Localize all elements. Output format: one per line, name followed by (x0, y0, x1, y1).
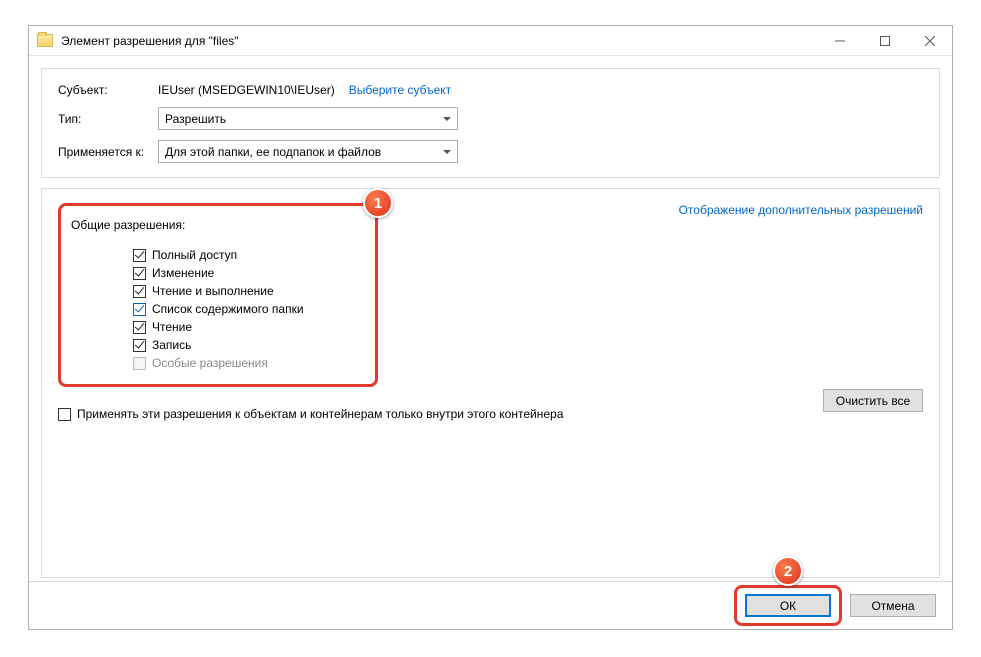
apply-only-row[interactable]: Применять эти разрешения к объектам и ко… (58, 407, 923, 421)
perm-modify[interactable]: Изменение (133, 266, 357, 280)
maximize-button[interactable] (862, 26, 907, 55)
dialog-content: Субъект: IEUser (MSEDGEWIN10\IEUser) Выб… (29, 56, 952, 590)
type-select-value: Разрешить (165, 112, 226, 126)
ok-highlight: 2 ОК (734, 585, 842, 626)
principal-value: IEUser (MSEDGEWIN10\IEUser) (158, 83, 335, 97)
apply-only-checkbox[interactable] (58, 408, 71, 421)
select-principal-link[interactable]: Выберите субъект (349, 83, 451, 97)
checkbox-icon[interactable] (133, 267, 146, 280)
perm-read[interactable]: Чтение (133, 320, 357, 334)
perm-write[interactable]: Запись (133, 338, 357, 352)
perm-list-folder[interactable]: Список содержимого папки (133, 302, 357, 316)
chevron-down-icon (443, 150, 451, 154)
permissions-list: Полный доступ Изменение Чтение и выполне… (71, 248, 357, 370)
type-select[interactable]: Разрешить (158, 107, 458, 130)
annotation-marker-2: 2 (773, 556, 803, 586)
permission-entry-dialog: Элемент разрешения для "files" Субъект: … (28, 25, 953, 630)
perm-read-execute[interactable]: Чтение и выполнение (133, 284, 357, 298)
show-advanced-link[interactable]: Отображение дополнительных разрешений (679, 203, 923, 217)
basic-permissions-title: Общие разрешения: (71, 218, 185, 232)
permissions-panel: 1 Общие разрешения: Полный доступ Измене… (41, 188, 940, 578)
applies-select[interactable]: Для этой папки, ее подпапок и файлов (158, 140, 458, 163)
minimize-button[interactable] (817, 26, 862, 55)
checkbox-icon[interactable] (133, 321, 146, 334)
chevron-down-icon (443, 117, 451, 121)
applies-select-value: Для этой папки, ее подпапок и файлов (165, 145, 381, 159)
checkbox-icon[interactable] (133, 285, 146, 298)
clear-all-button[interactable]: Очистить все (823, 389, 923, 412)
subject-label: Субъект: (58, 83, 158, 97)
checkbox-icon[interactable] (133, 303, 146, 316)
basic-permissions-highlight: 1 Общие разрешения: Полный доступ Измене… (58, 203, 378, 387)
window-title: Элемент разрешения для "files" (61, 34, 239, 48)
perm-full-control[interactable]: Полный доступ (133, 248, 357, 262)
checkbox-icon (133, 357, 146, 370)
principal-panel: Субъект: IEUser (MSEDGEWIN10\IEUser) Выб… (41, 68, 940, 178)
close-button[interactable] (907, 26, 952, 55)
type-label: Тип: (58, 112, 158, 126)
applies-label: Применяется к: (58, 145, 158, 159)
cancel-button[interactable]: Отмена (850, 594, 936, 617)
perm-special: Особые разрешения (133, 356, 357, 370)
checkbox-icon[interactable] (133, 339, 146, 352)
titlebar: Элемент разрешения для "files" (29, 26, 952, 56)
ok-button[interactable]: ОК (745, 594, 831, 617)
dialog-footer: 2 ОК Отмена (29, 581, 952, 629)
folder-icon (37, 34, 53, 47)
apply-only-label: Применять эти разрешения к объектам и ко… (77, 407, 563, 421)
checkbox-icon[interactable] (133, 249, 146, 262)
window-controls (817, 26, 952, 55)
annotation-marker-1: 1 (363, 188, 393, 218)
